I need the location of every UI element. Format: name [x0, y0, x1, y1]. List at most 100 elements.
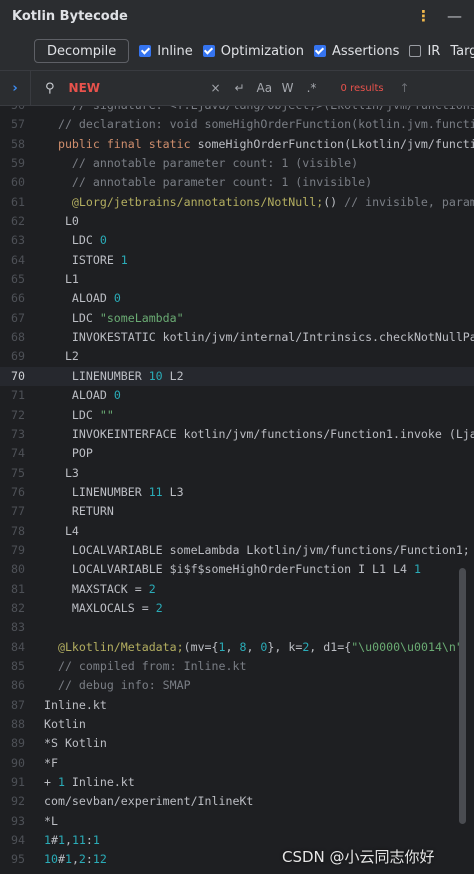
code-line[interactable]: 58 public final static someHighOrderFunc…	[0, 135, 474, 154]
code-line[interactable]: 65 L1	[0, 270, 474, 289]
title-actions: ⋮ —	[416, 7, 462, 25]
code-token: "\u0000\u0014\n"	[351, 639, 463, 654]
line-number: 69	[11, 349, 25, 364]
line-number: 62	[11, 214, 25, 229]
inline-checkbox-box[interactable]	[139, 45, 152, 57]
line-number: 92	[11, 794, 25, 809]
inline-checkbox[interactable]: Inline	[139, 44, 193, 59]
code-line[interactable]: 87 Inline.kt	[0, 696, 474, 715]
code-token: // declaration: void someHighOrderFuncti…	[57, 117, 474, 132]
ir-checkbox-box[interactable]	[409, 45, 422, 57]
assertions-checkbox-box[interactable]	[313, 45, 326, 57]
kebab-menu-icon[interactable]: ⋮	[416, 7, 431, 25]
code-line[interactable]: 78 L4	[0, 522, 474, 541]
line-number: 73	[11, 426, 25, 441]
code-token: 0	[113, 291, 121, 306]
assertions-checkbox[interactable]: Assertions	[313, 44, 399, 59]
minimize-icon[interactable]: —	[447, 7, 462, 25]
line-number: 83	[11, 620, 25, 635]
search-tools: × ↵ Aa W .*	[209, 81, 319, 95]
vertical-scrollbar[interactable]	[459, 568, 466, 824]
code-line[interactable]: 77 RETURN	[0, 502, 474, 521]
code-line[interactable]: 63 LDC 0	[0, 231, 474, 250]
code-line[interactable]: 79 LOCALVARIABLE someLambda Lkotlin/jvm/…	[0, 541, 474, 560]
line-number: 86	[11, 678, 25, 693]
code-text: ALOAD 0	[44, 289, 121, 308]
line-number: 85	[11, 658, 25, 673]
code-token: Inline.kt	[64, 775, 135, 790]
code-token: 11	[148, 484, 163, 499]
code-line[interactable]: 62 L0	[0, 212, 474, 231]
code-line[interactable]: 66 ALOAD 0	[0, 289, 474, 308]
code-token: 1	[57, 833, 65, 848]
code-line[interactable]: 60 // annotable parameter count: 1 (invi…	[0, 173, 474, 192]
line-number: 80	[11, 562, 25, 577]
code-line[interactable]: 56 // signature: <T:Ljava/lang/Object;>(…	[0, 106, 474, 115]
code-token: "someLambda"	[99, 310, 184, 325]
code-token: // compiled from: Inline.kt	[44, 658, 247, 673]
code-text: ISTORE 1	[44, 251, 128, 270]
whole-words-icon[interactable]: W	[281, 81, 295, 95]
code-line[interactable]: 85 // compiled from: Inline.kt	[0, 657, 474, 676]
bytecode-editor[interactable]: 56 // signature: <T:Ljava/lang/Object;>(…	[0, 106, 474, 874]
code-line[interactable]: 73 INVOKEINTERFACE kotlin/jvm/functions/…	[0, 425, 474, 444]
code-line[interactable]: 64 ISTORE 1	[0, 251, 474, 270]
code-line[interactable]: 75 L3	[0, 464, 474, 483]
code-token: L2	[162, 368, 184, 383]
code-token: Kotlin	[44, 717, 86, 731]
line-number: 64	[11, 252, 25, 267]
code-line[interactable]: 76 LINENUMBER 11 L3	[0, 483, 474, 502]
chevron-right-icon[interactable]: ›	[0, 81, 30, 96]
search-icon[interactable]: ⚲	[45, 81, 55, 96]
code-line[interactable]: 71 ALOAD 0	[0, 386, 474, 405]
code-line[interactable]: 83	[0, 618, 474, 637]
code-line[interactable]: 89 *S Kotlin	[0, 734, 474, 753]
arrow-up-icon[interactable]: ↑	[395, 81, 415, 95]
code-line[interactable]: 96 *S KotlinDebug	[0, 870, 474, 874]
match-case-icon[interactable]: Aa	[257, 81, 273, 95]
code-text: 10#1,2:12	[44, 850, 107, 869]
ir-checkbox[interactable]: IR	[409, 44, 440, 59]
code-token: 10	[44, 852, 58, 867]
code-token: , d1={	[309, 639, 352, 654]
code-text: // annotable parameter count: 1 (invisib…	[44, 173, 372, 192]
code-token: POP	[44, 446, 93, 461]
code-token: ,	[246, 639, 261, 654]
code-line[interactable]: 67 LDC "someLambda"	[0, 309, 474, 328]
code-line[interactable]: 91 + 1 Inline.kt	[0, 773, 474, 792]
optimization-checkbox[interactable]: Optimization	[202, 44, 304, 59]
optimization-checkbox-box[interactable]	[202, 45, 215, 57]
code-line[interactable]: 93 *L	[0, 812, 474, 831]
code-text: L1	[44, 270, 79, 289]
code-line[interactable]: 81 MAXSTACK = 2	[0, 580, 474, 599]
code-line[interactable]: 61 @Lorg/jetbrains/annotations/NotNull;(…	[0, 193, 474, 212]
code-text: // annotable parameter count: 1 (visible…	[44, 154, 358, 173]
code-line[interactable]: 74 POP	[0, 444, 474, 463]
line-number: 56	[0, 106, 25, 115]
code-token: 1	[64, 852, 72, 867]
code-token: @Lkotlin/Metadata;	[44, 639, 184, 654]
newline-icon[interactable]: ↵	[233, 81, 247, 95]
code-token: someHighOrderFunction(Lkotlin/jvm/functi…	[197, 136, 474, 151]
code-token: Inline.kt	[44, 697, 107, 712]
code-line[interactable]: 70 LINENUMBER 10 L2	[0, 366, 474, 387]
code-line[interactable]: 84 @Lkotlin/Metadata;(mv={1, 8, 0}, k=2,…	[0, 638, 474, 657]
code-text: LDC ""	[44, 406, 114, 425]
code-line[interactable]: 80 LOCALVARIABLE $i$f$someHighOrderFunct…	[0, 560, 474, 579]
decompile-button[interactable]: Decompile	[34, 39, 130, 63]
code-line[interactable]: 82 MAXLOCALS = 2	[0, 599, 474, 618]
code-line[interactable]: 72 LDC ""	[0, 406, 474, 425]
code-line[interactable]: 68 INVOKESTATIC kotlin/jvm/internal/Intr…	[0, 328, 474, 347]
code-line[interactable]: 86 // debug info: SMAP	[0, 676, 474, 695]
search-input[interactable]: NEW	[69, 81, 209, 95]
code-line[interactable]: 88 Kotlin	[0, 715, 474, 734]
code-line[interactable]: 59 // annotable parameter count: 1 (visi…	[0, 154, 474, 173]
code-token: *L	[44, 813, 58, 828]
code-line[interactable]: 69 L2	[0, 347, 474, 366]
code-line[interactable]: 57 // declaration: void someHighOrderFun…	[0, 115, 474, 134]
code-line[interactable]: 92 com/sevban/experiment/InlineKt	[0, 792, 474, 811]
line-number: 72	[11, 407, 25, 422]
regex-icon[interactable]: .*	[305, 81, 319, 95]
code-line[interactable]: 90 *F	[0, 754, 474, 773]
clear-icon[interactable]: ×	[209, 81, 223, 95]
